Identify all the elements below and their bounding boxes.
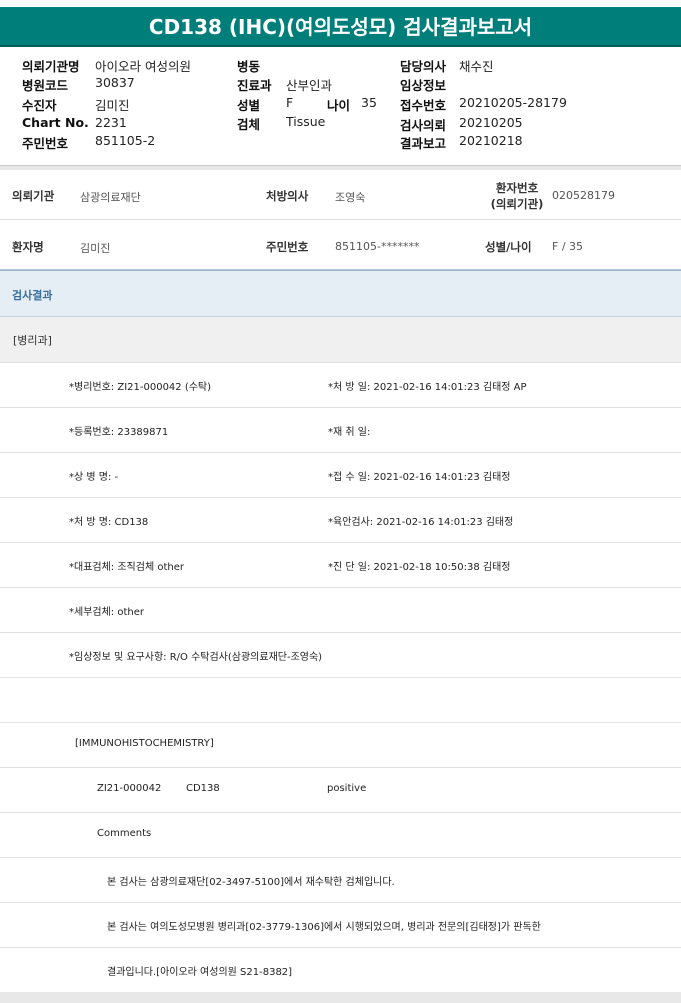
result-section-header: 검사결과 — [0, 270, 681, 317]
ihc-header-line: [IMMUNOHISTOCHEMISTRY] — [0, 723, 681, 768]
blank-line — [0, 678, 681, 723]
comment-line: 본 검사는 삼광의료재단[02-3497-5100]에서 재수탁한 검체입니다. — [0, 858, 681, 903]
patient-name-label: 환자명 — [12, 240, 44, 254]
sex-label: 성별 — [237, 98, 261, 113]
comment-3: 결과입니다.[아이오라 여성의원 S21-8382] — [107, 967, 293, 978]
department-label: 진료과 — [237, 78, 272, 93]
report-header: 의뢰기관명 아이오라 여성의원 병원코드 30837 수진자 김미진 Chart… — [0, 48, 681, 166]
report-title: CD138 (IHC)(여의도성모) 검사결과보고서 — [0, 7, 681, 47]
department-value: 산부인과 — [286, 78, 333, 93]
clinical-info-label: 임상정보 — [400, 78, 447, 93]
receipt-no-label: 접수번호 — [400, 98, 447, 113]
patient-info-row: 의뢰기관 삼광의료재단 처방의사 조영숙 환자번호 (의뢰기관) 0205281… — [0, 170, 681, 220]
institution-value: 삼광의료재단 — [80, 191, 141, 204]
sex-age-label: 성별/나이 — [485, 240, 532, 254]
patient-no-label-line1: 환자번호 — [495, 181, 539, 195]
resampling-date: *재 취 일: — [328, 427, 371, 438]
result-line: *세부검체: other — [0, 588, 681, 633]
comment-2: 본 검사는 여의도성모병원 병리과[02-3779-1306]에서 시행되었으며… — [107, 922, 541, 933]
result-line: *대표검체: 조직검체 other *진 단 일: 2021-02-18 10:… — [0, 543, 681, 588]
diagnosis-date: *진 단 일: 2021-02-18 10:50:38 김태정 — [328, 562, 511, 573]
comment-1: 본 검사는 삼광의료재단[02-3497-5100]에서 재수탁한 검체입니다. — [107, 877, 395, 888]
request-date-label: 검사의뢰 — [400, 118, 447, 133]
prescribing-doctor-value: 조영숙 — [335, 191, 366, 204]
patient-rrn-value: 851105-******* — [335, 240, 420, 253]
sex-value: F — [286, 95, 294, 110]
rrn-value: 851105-2 — [95, 133, 156, 148]
pathology-no: *병리번호: ZI21-000042 (수탁) — [69, 382, 212, 393]
ihc-result: positive — [327, 783, 367, 794]
attending-doctor-value: 채수진 — [459, 59, 494, 74]
patient-info-table: 의뢰기관 삼광의료재단 처방의사 조영숙 환자번호 (의뢰기관) 0205281… — [0, 170, 681, 270]
hospital-code-label: 병원코드 — [22, 78, 69, 93]
receipt-no-value: 20210205-28179 — [459, 95, 567, 110]
prescription-name: *처 방 명: CD138 — [69, 517, 149, 528]
gross-exam: *육안검사: 2021-02-16 14:01:23 김태정 — [328, 517, 514, 528]
ward-label: 병동 — [237, 59, 261, 74]
result-section-label: 검사결과 — [12, 289, 53, 302]
result-line: *상 병 명: - *접 수 일: 2021-02-16 14:01:23 김태… — [0, 453, 681, 498]
institution-name-label: 의뢰기관명 — [22, 59, 80, 74]
bottom-bar — [0, 992, 681, 1003]
chart-no-label: Chart No. — [22, 115, 89, 130]
diagnosis-name: *상 병 명: - — [69, 472, 119, 483]
patient-no-value: 020528179 — [552, 189, 615, 202]
examinee-label: 수진자 — [22, 98, 57, 113]
request-date-value: 20210205 — [459, 115, 523, 130]
comments-label-line: Comments — [0, 813, 681, 858]
result-line: *병리번호: ZI21-000042 (수탁) *처 방 일: 2021-02-… — [0, 363, 681, 408]
sex-age-value: F / 35 — [552, 240, 584, 253]
report-date-label: 결과보고 — [400, 136, 447, 151]
comments-label: Comments — [97, 828, 152, 839]
result-line: *처 방 명: CD138 *육안검사: 2021-02-16 14:01:23… — [0, 498, 681, 543]
age-value: 35 — [361, 95, 377, 110]
chart-no-value: 2231 — [95, 115, 127, 130]
ihc-result-row: ZI21-000042 CD138 positive — [0, 768, 681, 813]
specimen-label: 검체 — [237, 117, 261, 132]
hospital-code-value: 30837 — [95, 75, 135, 90]
ihc-marker: CD138 — [186, 783, 220, 794]
patient-rrn-label: 주민번호 — [266, 240, 309, 254]
report-page: CD138 (IHC)(여의도성모) 검사결과보고서 의뢰기관명 아이오라 여성… — [0, 0, 681, 1003]
receipt-date: *접 수 일: 2021-02-16 14:01:23 김태정 — [328, 472, 511, 483]
specimen-value: Tissue — [286, 114, 326, 129]
comment-line: 결과입니다.[아이오라 여성의원 S21-8382] — [0, 948, 681, 993]
prescription-date: *처 방 일: 2021-02-16 14:01:23 김태정 AP — [328, 382, 527, 393]
department-tag: [병리과] — [13, 334, 52, 347]
examinee-value: 김미진 — [95, 98, 130, 113]
patient-name-value: 김미진 — [80, 242, 111, 255]
result-line: *임상정보 및 요구사항: R/O 수탁검사(삼광의료재단-조영숙) — [0, 633, 681, 678]
institution-label: 의뢰기관 — [12, 189, 55, 203]
report-date-value: 20210218 — [459, 133, 523, 148]
ihc-pathology-no: ZI21-000042 — [97, 783, 162, 794]
representative-specimen: *대표검체: 조직검체 other — [69, 562, 184, 573]
clinical-requirements: *임상정보 및 요구사항: R/O 수탁검사(삼광의료재단-조영숙) — [69, 652, 323, 663]
patient-info-row: 환자명 김미진 주민번호 851105-******* 성별/나이 F / 35 — [0, 220, 681, 270]
registration-no: *등록번호: 23389871 — [69, 427, 169, 438]
prescribing-doctor-label: 처방의사 — [266, 189, 309, 203]
attending-doctor-label: 담당의사 — [400, 59, 447, 74]
department-row: [병리과] — [0, 317, 681, 363]
detail-specimen: *세부검체: other — [69, 607, 144, 618]
age-label: 나이 — [327, 98, 351, 113]
institution-name-value: 아이오라 여성의원 — [95, 59, 191, 74]
ihc-header: [IMMUNOHISTOCHEMISTRY] — [75, 738, 214, 749]
comment-line: 본 검사는 여의도성모병원 병리과[02-3779-1306]에서 시행되었으며… — [0, 903, 681, 948]
patient-no-label: 환자번호 (의뢰기관) — [487, 180, 547, 212]
result-line: *등록번호: 23389871 *재 취 일: — [0, 408, 681, 453]
patient-no-label-line2: (의뢰기관) — [490, 197, 544, 211]
rrn-label: 주민번호 — [22, 136, 69, 151]
